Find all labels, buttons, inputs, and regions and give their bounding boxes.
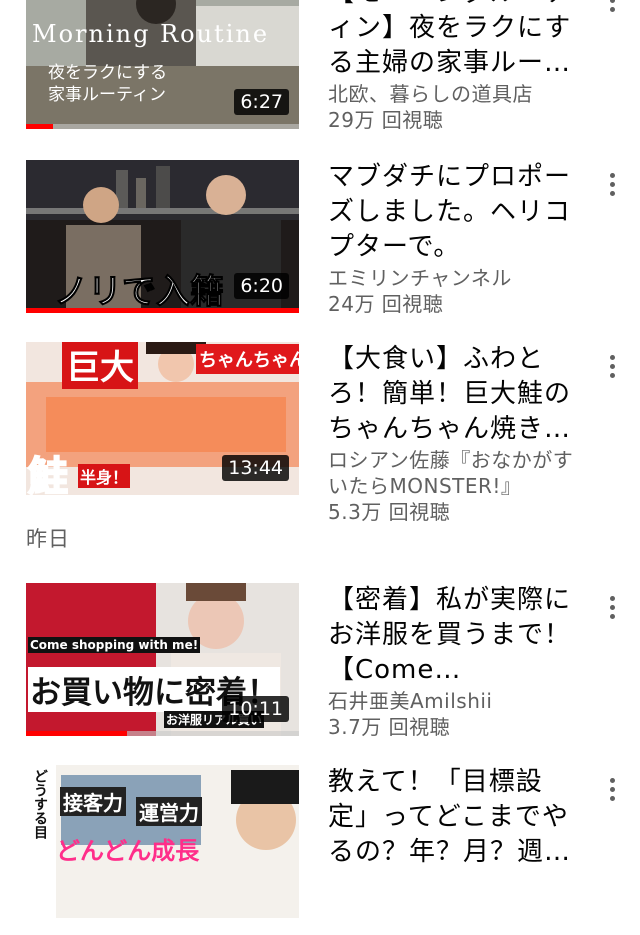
video-title-line: 【大食い】ふわと [328, 344, 545, 374]
video-title[interactable]: 【大食い】ふわと ろ！簡単！巨大鮭の ちゃんちゃん焼き… [328, 342, 588, 447]
video-title-line: るの？年？月？週… [328, 837, 572, 867]
vertical-ellipsis-icon[interactable] [596, 346, 628, 386]
video-title-line: る主婦の家事ルー… [328, 48, 572, 78]
thumbnail-caption: Morning Routine [32, 20, 270, 48]
channel-name: ロシアン佐藤『おなかがす いたらMONSTER!』 [328, 448, 574, 498]
video-title-line: ズしました。ヘリコ [328, 197, 572, 227]
video-thumbnail[interactable]: ノリで入籍 6:20 [26, 160, 299, 313]
channel-name: エミリンチャンネル [328, 266, 512, 290]
video-title-line: 定」ってどこまでや [328, 802, 569, 832]
video-thumbnail[interactable]: Come shopping with me! お買い物に密着！ お洋服リアル買い… [26, 583, 299, 736]
video-title-line: プターで。 [328, 232, 461, 262]
video-info[interactable]: 教えて！「目標設 定」ってどこまでや るの？年？月？週… [328, 765, 588, 870]
video-item[interactable]: 接客力 運営力 どんどん成長 どうする目 教えて！「目標設 定」ってどこまでや … [0, 765, 640, 935]
video-thumbnail[interactable]: 巨大 ちゃんちゃん 鮭 半身！ 13:44 [26, 342, 299, 495]
watch-progress-bar [26, 124, 299, 129]
video-info[interactable]: 【密着】私が実際に お洋服を買うまで！ 【Come shopping… 石井亜美… [328, 583, 588, 740]
video-title-line: ィン】夜をラクにす [328, 13, 572, 43]
video-info[interactable]: 【大食い】ふわと ろ！簡単！巨大鮭の ちゃんちゃん焼き… ロシアン佐藤『おなかが… [328, 342, 588, 525]
video-item[interactable]: Come shopping with me! お買い物に密着！ お洋服リアル買い… [0, 583, 640, 753]
thumbnail-caption: 鮭 [27, 453, 69, 495]
channel-name: 石井亜美Amilshii [328, 689, 493, 713]
video-title-line: 【Come shopping… [328, 655, 435, 685]
view-count: 29万 回視聴 [328, 108, 444, 132]
video-info[interactable]: 【モーニングルーテ ィン】夜をラクにす る主婦の家事ルー… 北欧、暮らしの道具店… [328, 0, 588, 133]
thumbnail-caption: 巨大 [62, 342, 138, 389]
watch-progress-fill [26, 124, 54, 129]
thumbnail-caption: 半身！ [78, 464, 131, 488]
thumbnail-caption: 運営力 [136, 797, 202, 826]
thumbnail-caption: 家事ルーティン [48, 85, 166, 105]
vertical-ellipsis-icon[interactable] [596, 164, 628, 204]
video-duration: 6:20 [234, 273, 289, 299]
video-title-line: ちゃんちゃん焼き… [328, 414, 572, 444]
video-title[interactable]: 【密着】私が実際に お洋服を買うまで！ 【Come shopping… [328, 583, 588, 688]
watch-progress-bar [26, 308, 299, 313]
thumbnail-caption: Come shopping with me! [28, 637, 201, 653]
view-count: 5.3万 回視聴 [328, 500, 451, 524]
watch-progress-fill [26, 308, 299, 313]
thumbnail-caption: ノリで入籍 [54, 272, 225, 313]
video-title-line: 教えて！「目標設 [328, 767, 543, 797]
video-thumbnail[interactable]: Morning Routine 夜をラクにする 家事ルーティン 6:27 [26, 0, 299, 129]
video-title-line: ろ！簡単！巨大鮭の [328, 379, 572, 409]
thumbnail-caption: 接客力 [60, 787, 126, 816]
video-item[interactable]: ノリで入籍 6:20 マブダチにプロポー ズしました。ヘリコ プターで。 エミリ… [0, 160, 640, 330]
video-duration: 13:44 [222, 455, 289, 481]
view-count: 3.7万 回視聴 [328, 715, 451, 739]
video-title-line: お洋服を買うまで！ [328, 620, 572, 650]
video-duration: 6:27 [234, 89, 289, 115]
vertical-ellipsis-icon[interactable] [596, 0, 628, 20]
video-title[interactable]: マブダチにプロポー ズしました。ヘリコ プターで。 [328, 160, 588, 265]
video-item[interactable]: Morning Routine 夜をラクにする 家事ルーティン 6:27 【モー… [0, 0, 640, 146]
vertical-ellipsis-icon[interactable] [596, 587, 628, 627]
video-item[interactable]: 巨大 ちゃんちゃん 鮭 半身！ 13:44 【大食い】ふわと ろ！簡単！巨大鮭の… [0, 342, 640, 524]
video-info[interactable]: マブダチにプロポー ズしました。ヘリコ プターで。 エミリンチャンネル 24万 … [328, 160, 588, 317]
watch-progress-bar [26, 731, 299, 736]
thumbnail-caption: ちゃんちゃん [196, 344, 299, 374]
video-title-line: マブダチにプロポー [328, 162, 572, 192]
video-feed: Morning Routine 夜をラクにする 家事ルーティン 6:27 【モー… [0, 0, 640, 918]
view-count: 24万 回視聴 [328, 292, 444, 316]
video-thumbnail[interactable]: 接客力 運営力 どんどん成長 どうする目 [26, 765, 299, 918]
video-duration: 10:11 [222, 696, 289, 722]
thumbnail-caption: どんどん成長 [56, 837, 200, 865]
vertical-ellipsis-icon[interactable] [596, 769, 628, 809]
channel-name: 北欧、暮らしの道具店 [328, 82, 533, 106]
video-title-line: 【モーニングルーテ [328, 0, 588, 11]
video-title-line: 【密着】私が実際に [328, 585, 572, 615]
section-header-date: 昨日 [26, 527, 70, 551]
video-title[interactable]: 教えて！「目標設 定」ってどこまでや るの？年？月？週… [328, 765, 588, 870]
thumbnail-caption: どうする目 [32, 769, 48, 839]
video-title[interactable]: 【モーニングルーテ ィン】夜をラクにす る主婦の家事ルー… [328, 0, 588, 81]
watch-progress-fill [26, 731, 127, 736]
